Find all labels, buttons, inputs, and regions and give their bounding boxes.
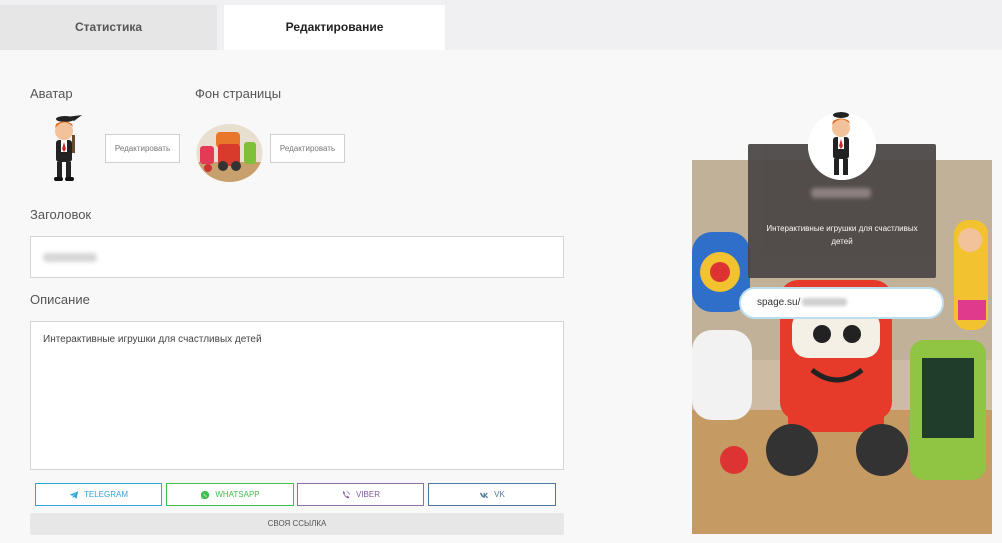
redacted-link	[802, 298, 848, 307]
telegram-label: TELEGRAM	[83, 490, 128, 499]
tab-statistics[interactable]: Статистика	[0, 5, 217, 50]
tab-editing[interactable]: Редактирование	[224, 5, 445, 50]
preview-description: Интерактивные игрушки для счастливых дет…	[766, 224, 918, 246]
viber-label: VIBER	[355, 490, 380, 499]
telegram-icon	[69, 490, 79, 499]
vk-button[interactable]: VK	[428, 483, 556, 506]
edit-avatar-button[interactable]: Редактировать	[105, 134, 180, 163]
vk-label: VK	[494, 490, 505, 499]
title-input[interactable]	[30, 236, 564, 278]
edit-background-button[interactable]: Редактировать	[270, 134, 345, 163]
vk-icon	[479, 492, 489, 498]
title-label: Заголовок	[30, 207, 92, 222]
preview-link-pill[interactable]: spage.su/	[739, 287, 944, 319]
redacted-preview-title	[811, 188, 871, 198]
preview-link-prefix: spage.su/	[757, 297, 801, 308]
viber-button[interactable]: VIBER	[297, 483, 424, 506]
background-image	[196, 124, 263, 182]
avatar-label: Аватар	[30, 86, 73, 101]
description-label: Описание	[30, 292, 90, 307]
preview-avatar	[808, 112, 876, 180]
avatar-image	[44, 113, 88, 183]
redacted-title	[43, 253, 97, 262]
telegram-button[interactable]: TELEGRAM	[35, 483, 162, 506]
whatsapp-icon	[201, 490, 210, 499]
tab-bar: Статистика Редактирование	[0, 0, 1002, 50]
own-link-button[interactable]: СВОЯ ССЫЛКА	[30, 513, 564, 535]
background-label: Фон страницы	[195, 86, 282, 101]
description-textarea[interactable]: Интерактивные игрушки для счастливых дет…	[30, 321, 564, 470]
whatsapp-label: WHATSAPP	[215, 490, 260, 499]
viber-icon	[342, 490, 350, 498]
whatsapp-button[interactable]: WHATSAPP	[166, 483, 294, 506]
